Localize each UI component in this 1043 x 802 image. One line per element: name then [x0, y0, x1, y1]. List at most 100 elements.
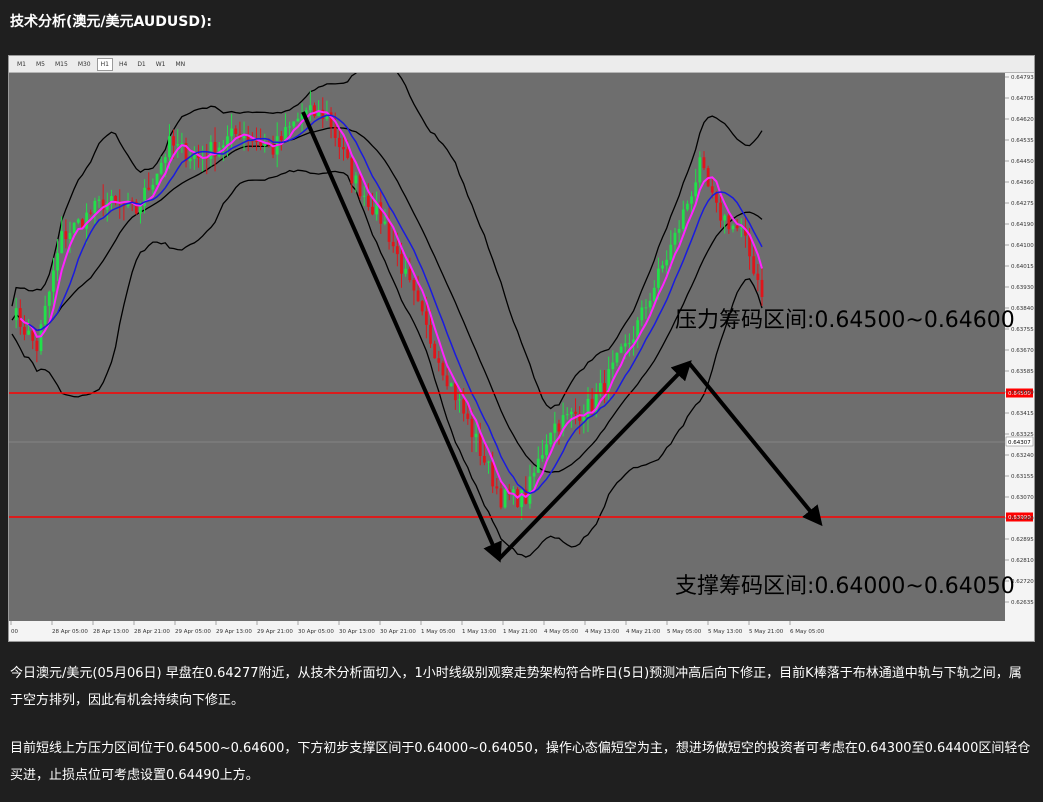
candle-body	[648, 300, 652, 308]
x-tick-label: 4 May 21:00	[626, 629, 661, 635]
candle-body	[255, 140, 258, 142]
y-tick-label: 0.64793	[1011, 75, 1034, 81]
candle-body	[628, 343, 631, 345]
x-tick-label: 28 Apr 05:00	[52, 629, 88, 635]
candle-body	[14, 308, 18, 321]
analysis-paragraph-2: 目前短线上方压力区间位于0.64500~0.64600，下方初步支撑区间于0.6…	[10, 741, 1031, 783]
candle-body	[76, 219, 80, 223]
candle-body	[615, 352, 619, 363]
candle-body	[64, 231, 68, 240]
timeframe-button-m15[interactable]: M15	[51, 58, 72, 71]
candle-body	[657, 268, 660, 288]
page-title: 技术分析(澳元/美元AUDUSD):	[10, 14, 212, 30]
current-price-label: 0.64307	[1008, 440, 1031, 446]
candle-body	[47, 291, 51, 306]
candle-body	[387, 221, 391, 242]
x-tick-label: 1 May 21:00	[503, 629, 538, 635]
candle-body	[445, 375, 449, 387]
candle-body	[234, 128, 238, 134]
x-tick-label: 29 Apr 21:00	[257, 629, 293, 635]
candle-body	[665, 259, 669, 266]
candle-body	[412, 280, 416, 291]
price-chart[interactable]: 0.64307 0.645000.63990 0.647930.647050.6…	[9, 73, 1034, 640]
candle-body	[474, 433, 478, 438]
candle-body	[553, 423, 557, 433]
candle-body	[68, 232, 72, 240]
y-tick-label: 0.64015	[1011, 264, 1034, 270]
candle-body	[520, 489, 524, 508]
candle-body	[416, 290, 420, 302]
candle-body	[458, 399, 461, 401]
y-tick-label: 0.63500	[1011, 390, 1034, 396]
plot-area	[9, 73, 1005, 621]
timeframe-button-w1[interactable]: W1	[152, 58, 170, 71]
candle-body	[333, 127, 337, 138]
candle-body	[52, 270, 55, 292]
y-tick-label: 0.64100	[1011, 243, 1034, 249]
candle-body	[536, 458, 540, 473]
candle-body	[694, 182, 698, 197]
candle-body	[85, 212, 88, 229]
candle-body	[686, 203, 689, 210]
x-tick-label: 1 May 05:00	[421, 629, 456, 635]
candle-body	[690, 196, 693, 204]
candle-body	[752, 256, 756, 274]
candle-body	[590, 398, 594, 413]
candle-body	[528, 476, 532, 504]
candle-body	[209, 142, 213, 159]
candle-body	[404, 268, 408, 274]
x-tick-label: 30 Apr 21:00	[380, 629, 416, 635]
timeframe-button-m1[interactable]: M1	[13, 58, 30, 71]
candle-body	[296, 118, 300, 122]
x-tick-label: 4 May 05:00	[544, 629, 579, 635]
x-tick-label: 30 Apr 13:00	[339, 629, 375, 635]
candle-body	[429, 324, 432, 344]
candle-body	[557, 423, 561, 432]
timeframe-button-h1[interactable]: H1	[96, 57, 113, 71]
candle-body	[151, 184, 155, 190]
candle-body	[292, 121, 296, 127]
candle-body	[540, 455, 544, 459]
candle-body	[172, 136, 176, 146]
timeframe-button-h4[interactable]: H4	[115, 58, 131, 71]
x-tick-label: 4 May 13:00	[585, 629, 620, 635]
candle-body	[27, 330, 30, 335]
resistance-annotation: 压力筹码区间:0.64500~0.64600	[675, 308, 1015, 333]
candle-body	[313, 105, 316, 117]
candle-body	[284, 126, 287, 141]
timeframe-button-m5[interactable]: M5	[32, 58, 49, 71]
x-tick-label: 5 May 05:00	[667, 629, 702, 635]
candle-body	[619, 346, 623, 353]
candle-body	[449, 383, 453, 387]
timeframe-button-d1[interactable]: D1	[133, 58, 149, 71]
y-tick-label: 0.63070	[1011, 495, 1034, 501]
y-tick-label: 0.63585	[1011, 369, 1034, 375]
candle-body	[482, 455, 486, 463]
candle-body	[719, 202, 722, 221]
candle-body	[114, 195, 117, 202]
candle-body	[56, 253, 59, 271]
candle-body	[731, 225, 735, 230]
candle-body	[279, 136, 283, 141]
timeframe-button-m30[interactable]: M30	[74, 58, 95, 71]
candle-body	[760, 279, 764, 297]
candle-body	[466, 413, 470, 419]
candle-body	[395, 246, 399, 255]
candle-body	[698, 157, 702, 183]
candle-body	[263, 144, 267, 146]
candle-body	[532, 472, 536, 477]
candle-body	[569, 411, 573, 415]
support-annotation: 支撑筹码区间:0.64000~0.64050	[675, 574, 1015, 599]
candle-body	[188, 158, 192, 162]
y-tick-label: 0.63670	[1011, 348, 1034, 354]
timeframe-button-mn[interactable]: MN	[172, 58, 190, 71]
x-tick-label: 00	[11, 629, 18, 635]
candle-body	[155, 173, 159, 185]
candle-body	[495, 486, 499, 489]
candle-body	[176, 144, 180, 146]
candle-body	[60, 231, 64, 254]
candle-body	[735, 225, 739, 229]
candle-body	[644, 307, 648, 309]
candle-body	[623, 343, 627, 347]
candle-body	[362, 195, 366, 197]
